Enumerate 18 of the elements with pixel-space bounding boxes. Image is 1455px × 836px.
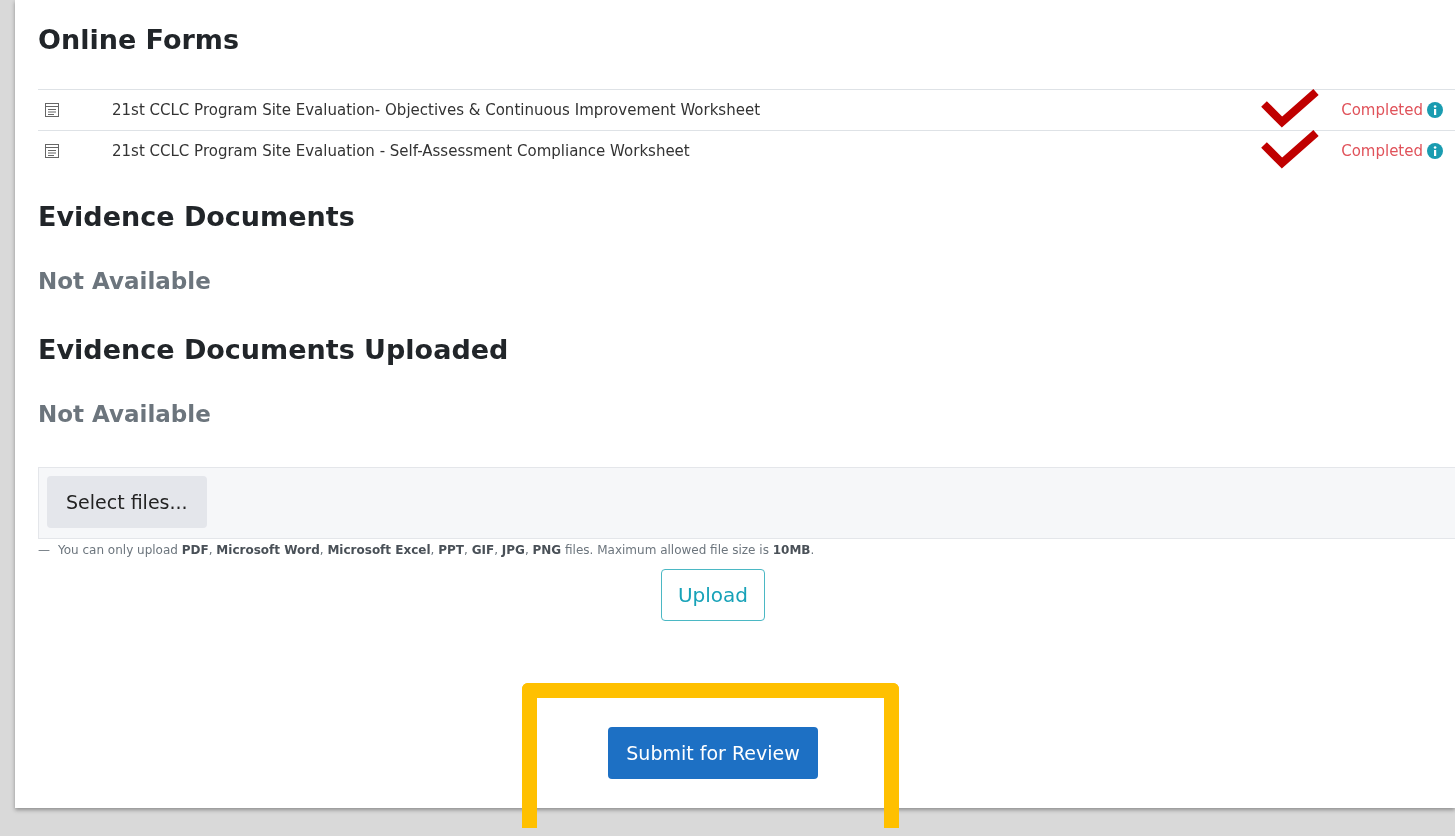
submit-button[interactable]: Submit for Review — [608, 727, 818, 779]
form-link[interactable]: 21st CCLC Program Site Evaluation- Objectives & Continuous Improvement Worksheet — [112, 101, 1342, 119]
empty-message: Not Available — [38, 401, 212, 427]
upload-hint: You can only upload PDF, Microsoft Word, Microsoft Excel, PPT, GIF, JPG, PNG files. Maximum allowed file size is 10MB. — [58, 543, 815, 557]
hint-dash: — — [38, 543, 50, 557]
info-icon[interactable] — [1427, 143, 1443, 159]
section-heading: Evidence Documents Uploaded — [38, 334, 510, 365]
info-icon[interactable] — [1427, 102, 1443, 118]
form-icon — [44, 102, 60, 118]
status-text: Completed — [1341, 101, 1423, 119]
section-heading: Evidence Documents — [38, 201, 356, 232]
section-heading: Online Forms — [38, 24, 241, 55]
upload-dropzone[interactable]: Select files... — [38, 467, 1455, 539]
status-text: Completed — [1341, 142, 1423, 160]
select-files-button[interactable]: Select files... — [47, 476, 207, 528]
form-link[interactable]: 21st CCLC Program Site Evaluation - Self-Assessment Compliance Worksheet — [112, 142, 1342, 160]
empty-message: Not Available — [38, 268, 212, 294]
form-icon — [44, 143, 60, 159]
